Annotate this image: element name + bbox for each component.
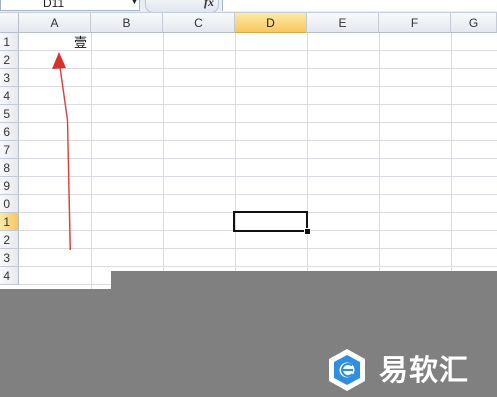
watermark-text: 易软汇 (379, 353, 470, 387)
gray-overlay-top (111, 271, 497, 289)
brand-logo-icon (329, 349, 365, 391)
watermark: 易软汇 (327, 348, 497, 392)
